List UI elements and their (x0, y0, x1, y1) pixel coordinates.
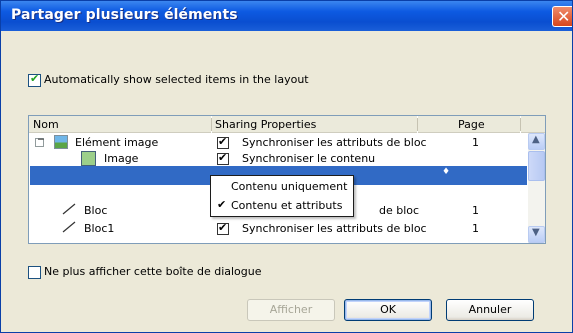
row-sharing: Synchroniser le contenu (242, 152, 376, 165)
column-header-sharing[interactable]: Sharing Properties (212, 116, 417, 133)
row-sharing: Synchroniser les attributs de bloc (242, 222, 427, 235)
dropdown-arrow-icon[interactable]: ♦ (442, 167, 450, 177)
sharing-dropdown-menu: Contenu uniquement ✔ Contenu et attribut… (210, 175, 354, 217)
checkmark-icon: ✔ (217, 198, 227, 211)
collapse-toggle-icon[interactable]: − (35, 135, 45, 147)
column-header-name[interactable]: Nom (29, 116, 211, 133)
close-icon: ✕ (557, 7, 571, 26)
scroll-down-button[interactable]: ▼ (528, 226, 545, 243)
row-page: 1 (472, 136, 479, 149)
row-name: Image (104, 152, 139, 165)
option-label: Contenu uniquement (231, 180, 348, 193)
table-row[interactable]: − Elément image ✔ Synchroniser les attri… (29, 134, 529, 150)
scroll-thumb[interactable] (528, 151, 545, 181)
header-label: Sharing Properties (215, 118, 317, 131)
row-name: Elément image (75, 136, 159, 149)
image-group-icon (54, 135, 68, 149)
scroll-up-button[interactable]: ▲ (528, 133, 545, 150)
row-sharing: de bloc (379, 204, 420, 217)
line-icon (62, 203, 76, 215)
auto-show-label: Automatically show selected items in the… (44, 73, 309, 86)
show-button[interactable]: Afficher (247, 299, 335, 321)
column-header-page[interactable]: Page (418, 116, 520, 133)
sync-checkbox[interactable]: ✔ (217, 221, 229, 235)
dont-show-again-label: Ne plus afficher cette boîte de dialogue (44, 265, 262, 278)
dropdown-option-content-only[interactable]: Contenu uniquement (211, 177, 353, 196)
close-button[interactable]: ✕ (552, 6, 572, 27)
vertical-scrollbar[interactable]: ▲ ▼ (528, 133, 545, 243)
checkmark-icon: ✔ (30, 72, 40, 85)
ok-button[interactable]: OK (344, 299, 432, 321)
header-label: Page (458, 118, 485, 131)
option-label: Contenu et attributs (231, 199, 343, 212)
header-label: Nom (33, 118, 59, 131)
sync-checkbox[interactable]: ✔ (217, 135, 229, 149)
table-row[interactable]: Bloc1 ✔ Synchroniser les attributs de bl… (29, 220, 529, 236)
auto-show-checkbox[interactable]: ✔ (28, 72, 41, 87)
dialog-title: Partager plusieurs éléments (11, 7, 238, 23)
sync-checkbox[interactable]: ✔ (217, 151, 229, 165)
row-page: 1 (472, 222, 479, 235)
dont-show-again-checkbox[interactable] (28, 266, 41, 279)
chevron-up-icon: ▲ (532, 134, 540, 145)
share-dialog: Partager plusieurs éléments ✕ ✔ Automati… (0, 0, 573, 333)
table-row[interactable]: Image ✔ Synchroniser le contenu (29, 150, 529, 166)
line-icon (62, 221, 76, 233)
row-name: Bloc (84, 204, 108, 217)
cancel-button[interactable]: Annuler (446, 299, 534, 321)
title-bar[interactable]: Partager plusieurs éléments ✕ (1, 1, 572, 31)
column-header-filler (521, 116, 545, 133)
image-icon (81, 151, 96, 166)
row-name: Bloc1 (84, 222, 115, 235)
dropdown-option-content-attributes[interactable]: ✔ Contenu et attributs (211, 196, 353, 215)
chevron-down-icon: ▼ (532, 227, 540, 238)
row-sharing: Synchroniser les attributs de bloc (242, 136, 427, 149)
row-page: 1 (472, 204, 479, 217)
